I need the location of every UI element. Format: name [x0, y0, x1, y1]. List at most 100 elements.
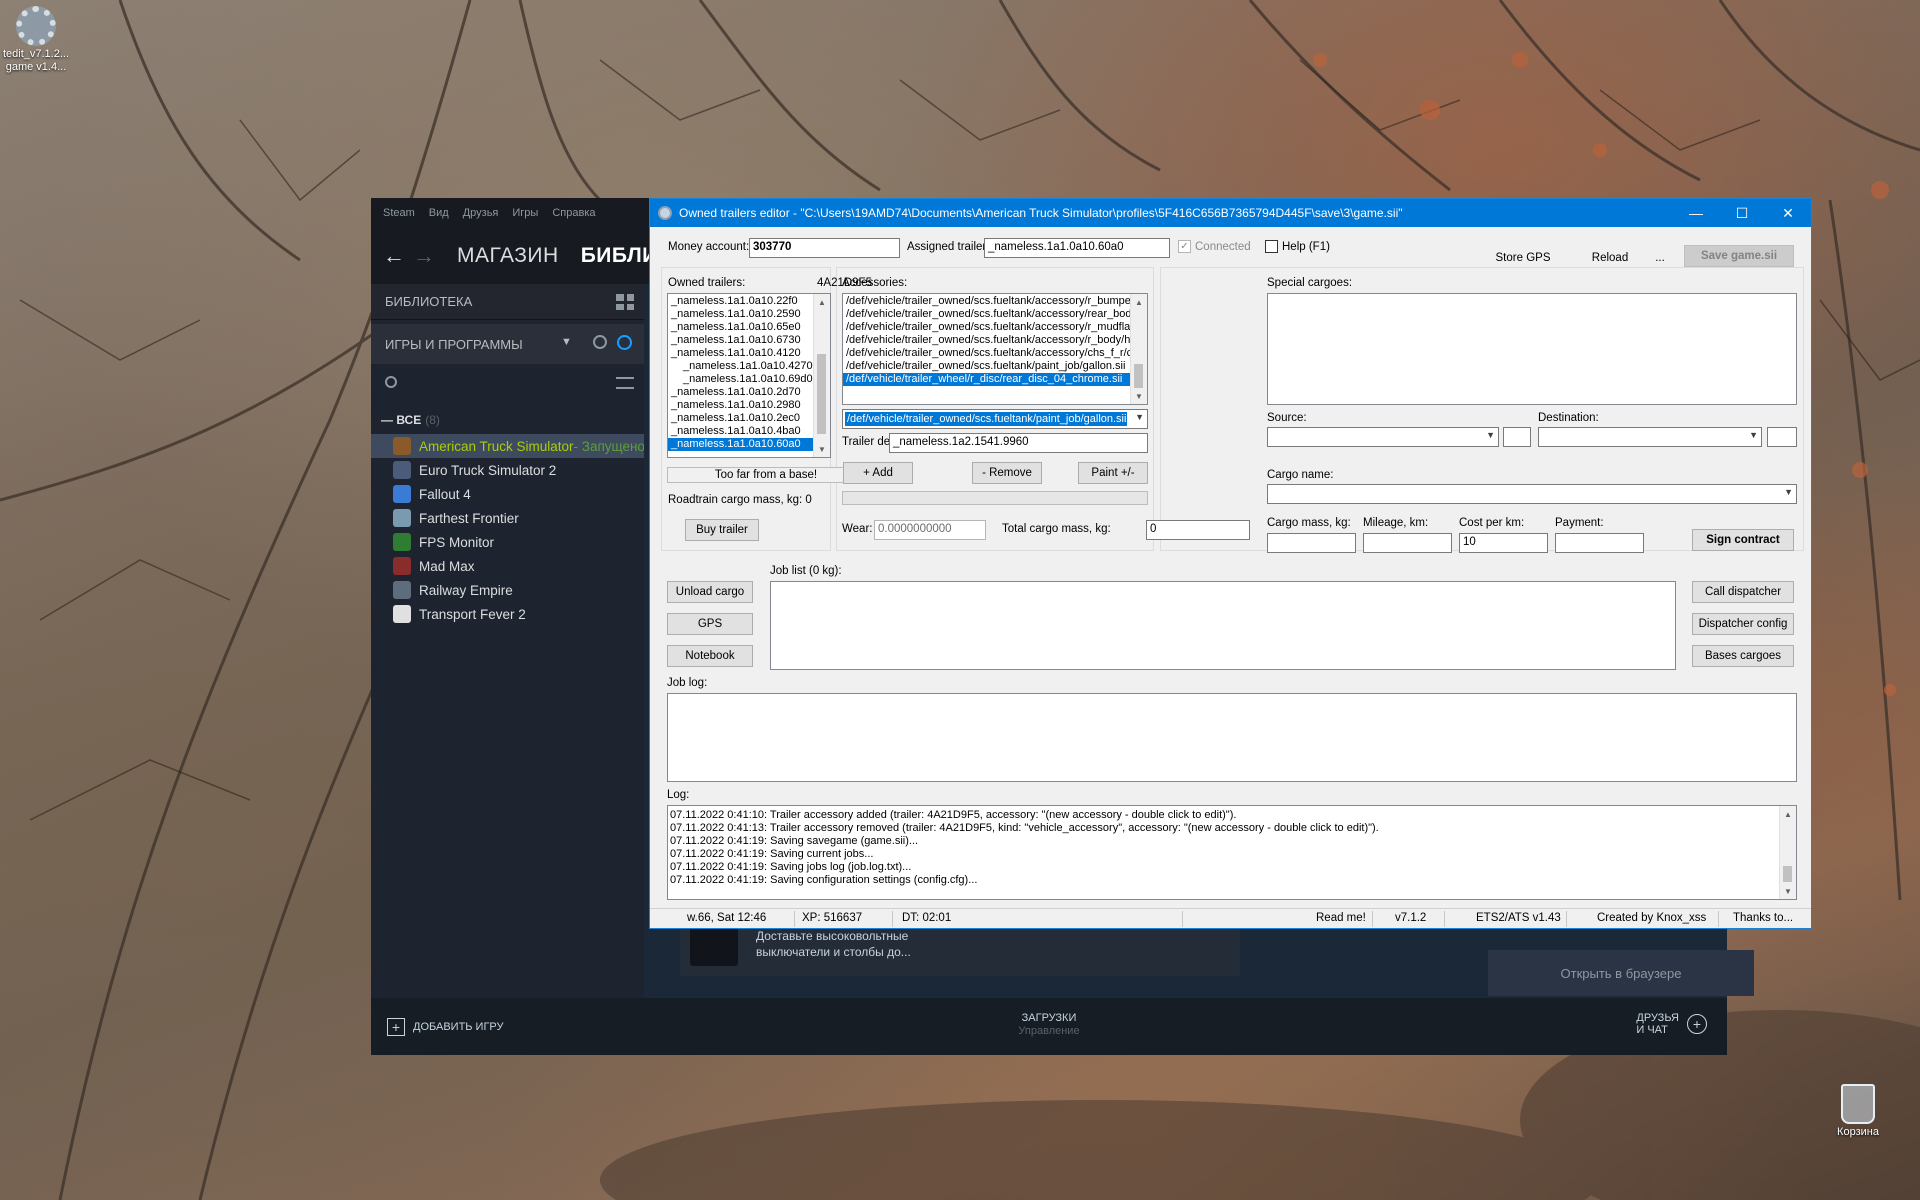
accessories-scrollbar[interactable]: ▲ ▼: [1130, 294, 1147, 404]
job-log[interactable]: [667, 693, 1797, 782]
wear-input[interactable]: 0.0000000000: [874, 520, 986, 540]
accessory-combo[interactable]: /def/vehicle/trailer_owned/scs.fueltank/…: [842, 409, 1148, 429]
payment-input[interactable]: [1555, 533, 1644, 553]
money-input[interactable]: 303770: [749, 238, 900, 258]
owned-trailer-item[interactable]: _nameless.1a1.0a10.2ec0: [668, 412, 830, 425]
bases-cargoes-button[interactable]: Bases cargoes: [1692, 645, 1794, 667]
owned-trailer-item[interactable]: _nameless.1a1.0a10.60a0: [668, 438, 830, 451]
recent-clock-icon[interactable]: [593, 335, 607, 349]
readme-link[interactable]: Read me!: [1316, 912, 1366, 924]
owned-trailer-item[interactable]: _nameless.1a1.0a10.2590: [668, 308, 830, 321]
nav-store[interactable]: МАГАЗИН: [457, 244, 559, 268]
owned-trailers-scrollbar[interactable]: ▲ ▼: [813, 294, 830, 457]
log-list[interactable]: 07.11.2022 0:41:10: Trailer accessory ad…: [667, 805, 1797, 900]
forward-arrow-icon[interactable]: →: [413, 243, 443, 269]
gps-button[interactable]: GPS: [667, 613, 753, 635]
accessory-item[interactable]: /def/vehicle/trailer_owned/scs.fueltank/…: [843, 321, 1147, 334]
menu-steam[interactable]: Steam: [383, 207, 415, 219]
scroll-thumb[interactable]: [817, 354, 826, 434]
cargo-name-combo[interactable]: ▼: [1267, 484, 1797, 504]
accessories-list[interactable]: /def/vehicle/trailer_owned/scs.fueltank/…: [842, 293, 1148, 405]
buy-trailer-button[interactable]: Buy trailer: [685, 519, 759, 541]
minimize-icon[interactable]: —: [1673, 199, 1719, 227]
notebook-button[interactable]: Notebook: [667, 645, 753, 667]
owned-trailer-item[interactable]: _nameless.1a1.0a10.69d0: [668, 373, 830, 386]
game-row[interactable]: Mad Max: [371, 554, 644, 578]
maximize-icon[interactable]: ☐: [1719, 199, 1765, 227]
save-game-button[interactable]: Save game.sii: [1684, 245, 1794, 267]
sidebar-search[interactable]: [371, 368, 644, 400]
source-extra-field[interactable]: [1503, 427, 1531, 447]
owned-trailers-list[interactable]: _nameless.1a1.0a10.22f0 _nameless.1a1.0a1…: [667, 293, 831, 458]
owned-trailer-item[interactable]: _nameless.1a1.0a10.4ba0: [668, 425, 830, 438]
call-dispatcher-button[interactable]: Call dispatcher: [1692, 581, 1794, 603]
game-row[interactable]: Transport Fever 2: [371, 602, 644, 626]
owned-trailer-item[interactable]: _nameless.1a1.0a10.65e0: [668, 321, 830, 334]
scroll-up-icon[interactable]: ▲: [1131, 294, 1147, 310]
unload-cargo-button[interactable]: Unload cargo: [667, 581, 753, 603]
trailer-def-input[interactable]: _nameless.1a2.1541.9960: [889, 433, 1148, 453]
thanks-link[interactable]: Thanks to...: [1733, 912, 1793, 924]
owned-trailer-item[interactable]: _nameless.1a1.0a10.6730: [668, 334, 830, 347]
grid-view-icon[interactable]: [616, 294, 634, 310]
mileage-input[interactable]: [1363, 533, 1452, 553]
accessory-item[interactable]: /def/vehicle/trailer_owned/scs.fueltank/…: [843, 347, 1147, 360]
special-cargoes-list[interactable]: [1267, 293, 1797, 405]
accessory-item[interactable]: /def/vehicle/trailer_wheel/r_disc/rear_d…: [843, 373, 1147, 386]
owned-trailer-item[interactable]: _nameless.1a1.0a10.22f0: [668, 295, 830, 308]
sign-contract-button[interactable]: Sign contract: [1692, 529, 1794, 551]
scroll-up-icon[interactable]: ▲: [814, 294, 830, 310]
menu-games[interactable]: Игры: [512, 207, 538, 219]
game-row[interactable]: Railway Empire: [371, 578, 644, 602]
menu-help[interactable]: Справка: [552, 207, 595, 219]
scroll-thumb[interactable]: [1134, 364, 1143, 388]
open-in-browser-button[interactable]: Открыть в браузере: [1488, 950, 1754, 996]
more-button[interactable]: ...: [1648, 247, 1672, 269]
title-bar[interactable]: Owned trailers editor - "C:\Users\19AMD7…: [650, 199, 1811, 227]
menu-friends[interactable]: Друзья: [463, 207, 499, 219]
source-combo[interactable]: ▼: [1267, 427, 1499, 447]
owned-trailer-item[interactable]: _nameless.1a1.0a10.4120: [668, 347, 830, 360]
destination-combo[interactable]: ▼: [1538, 427, 1762, 447]
remove-accessory-button[interactable]: - Remove: [972, 462, 1042, 484]
game-row[interactable]: Fallout 4: [371, 482, 644, 506]
play-filter-icon[interactable]: [617, 335, 632, 350]
desktop-icon-tedit[interactable]: tedit_v7.1.2... game v1.4...: [0, 6, 74, 74]
assigned-trailer-input[interactable]: _nameless.1a1.0a10.60a0: [984, 238, 1170, 258]
scroll-thumb[interactable]: [1783, 866, 1792, 882]
games-filter-dropdown[interactable]: ИГРЫ И ПРОГРАММЫ ▼: [371, 324, 644, 364]
job-list[interactable]: [770, 581, 1676, 670]
scroll-down-icon[interactable]: ▼: [1131, 388, 1147, 404]
owned-trailer-item[interactable]: _nameless.1a1.0a10.2980: [668, 399, 830, 412]
advanced-filter-icon[interactable]: [616, 377, 634, 389]
help-checkbox[interactable]: Help (F1): [1265, 240, 1330, 253]
game-row[interactable]: American Truck Simulator - Запущено: [371, 434, 644, 458]
dispatcher-config-button[interactable]: Dispatcher config: [1692, 613, 1794, 635]
log-scrollbar[interactable]: ▲ ▼: [1779, 806, 1796, 899]
scroll-up-icon[interactable]: ▲: [1780, 806, 1796, 822]
friends-chat-button[interactable]: ДРУЗЬЯ И ЧАТ +: [1636, 1012, 1707, 1036]
paint-button[interactable]: Paint +/-: [1078, 462, 1148, 484]
add-accessory-button[interactable]: + Add: [843, 462, 913, 484]
close-icon[interactable]: ✕: [1765, 199, 1811, 227]
cost-per-km-input[interactable]: 10: [1459, 533, 1548, 553]
accessory-item[interactable]: /def/vehicle/trailer_owned/scs.fueltank/…: [843, 308, 1147, 321]
accessory-item[interactable]: /def/vehicle/trailer_owned/scs.fueltank/…: [843, 334, 1147, 347]
store-gps-button[interactable]: Store GPS: [1483, 247, 1563, 269]
scroll-down-icon[interactable]: ▼: [814, 441, 830, 457]
accessory-item[interactable]: /def/vehicle/trailer_owned/scs.fueltank/…: [843, 360, 1147, 373]
accessory-item[interactable]: /def/vehicle/trailer_owned/scs.fueltank/…: [843, 295, 1147, 308]
owned-trailer-item[interactable]: _nameless.1a1.0a10.4270: [668, 360, 830, 373]
scroll-down-icon[interactable]: ▼: [1780, 883, 1796, 899]
game-row[interactable]: FPS Monitor: [371, 530, 644, 554]
destination-extra-field[interactable]: [1767, 427, 1797, 447]
sidebar-library-header[interactable]: БИБЛИОТЕКА: [371, 284, 644, 320]
game-row[interactable]: Farthest Frontier: [371, 506, 644, 530]
reload-button[interactable]: Reload: [1580, 247, 1640, 269]
category-all[interactable]: — ВСЕ (8): [371, 406, 644, 434]
owned-trailer-item[interactable]: _nameless.1a1.0a10.2d70: [668, 386, 830, 399]
cargo-mass-input[interactable]: [1267, 533, 1356, 553]
game-row[interactable]: Euro Truck Simulator 2: [371, 458, 644, 482]
back-arrow-icon[interactable]: ←: [383, 243, 413, 269]
downloads-button[interactable]: ЗАГРУЗКИ Управление: [371, 1012, 1727, 1038]
